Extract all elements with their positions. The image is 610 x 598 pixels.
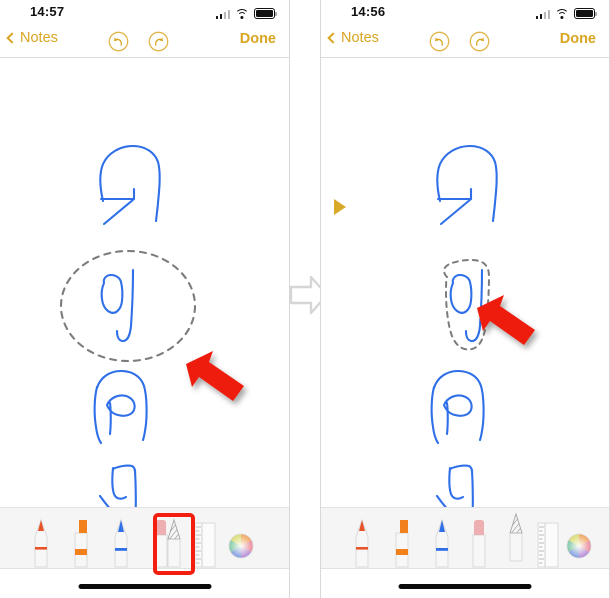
nav-bar-before: Notes Done xyxy=(0,26,289,58)
ruler-tool[interactable] xyxy=(533,517,563,569)
selection-handle-marker[interactable] xyxy=(333,198,347,216)
back-label: Notes xyxy=(20,30,58,46)
back-to-notes-button[interactable]: Notes xyxy=(327,30,379,46)
highlighter-tool[interactable] xyxy=(389,517,415,569)
wifi-icon xyxy=(235,8,249,19)
status-time: 14:56 xyxy=(351,4,386,19)
tool-tray-before xyxy=(0,507,289,598)
redo-button[interactable] xyxy=(148,31,169,52)
pencil-tool[interactable] xyxy=(429,517,455,569)
status-time: 14:57 xyxy=(30,4,65,19)
highlighter-tool[interactable] xyxy=(68,517,94,569)
lasso-selection-loose xyxy=(59,249,197,363)
tool-list-before xyxy=(0,507,289,575)
phone-panel-after: 14:56 Notes Done xyxy=(320,0,610,598)
tool-list-after xyxy=(321,507,609,569)
home-indicator xyxy=(398,584,532,589)
undo-circle-icon xyxy=(108,31,129,52)
battery-icon xyxy=(574,8,598,19)
pen-tool[interactable] xyxy=(28,517,54,569)
pencil-tool[interactable] xyxy=(108,517,134,569)
redo-circle-icon xyxy=(148,31,169,52)
back-to-notes-button[interactable]: Notes xyxy=(6,30,58,46)
arrow-pointer-cursor xyxy=(186,351,244,401)
triangle-right-icon xyxy=(334,199,346,215)
wifi-icon xyxy=(555,8,569,19)
redo-circle-icon xyxy=(469,31,490,52)
redo-button[interactable] xyxy=(469,31,490,52)
ruler-tool[interactable] xyxy=(190,517,220,569)
drawing-canvas-after[interactable] xyxy=(321,58,609,507)
nav-bar-after: Notes Done xyxy=(321,26,609,58)
color-wheel-icon[interactable] xyxy=(566,533,592,559)
undo-circle-icon xyxy=(429,31,450,52)
eraser-tool[interactable] xyxy=(466,517,492,569)
phone-panel-before: 14:57 Notes Done xyxy=(0,0,290,598)
cellular-signal-icon xyxy=(215,9,230,19)
undo-button[interactable] xyxy=(429,31,450,52)
back-label: Notes xyxy=(341,30,379,46)
done-button[interactable]: Done xyxy=(240,31,276,47)
chevron-left-icon xyxy=(6,32,18,44)
status-bar-before: 14:57 xyxy=(0,0,289,26)
lasso-tool[interactable] xyxy=(503,511,529,563)
tutorial-stage: 14:57 Notes Done 14:56 Notes Done xyxy=(0,0,610,598)
status-icon-group xyxy=(535,5,598,19)
chevron-left-icon xyxy=(327,32,339,44)
arrow-pointer-cursor xyxy=(477,295,535,345)
undo-button[interactable] xyxy=(108,31,129,52)
status-bar-after: 14:56 xyxy=(321,0,609,26)
color-wheel-icon[interactable] xyxy=(228,533,254,559)
pen-tool[interactable] xyxy=(349,517,375,569)
tool-tray-after xyxy=(321,507,609,598)
cellular-signal-icon xyxy=(535,9,550,19)
status-icon-group xyxy=(215,5,278,19)
home-indicator xyxy=(78,584,211,589)
lasso-tool[interactable] xyxy=(161,517,187,569)
drawing-canvas-before[interactable] xyxy=(0,58,289,507)
ink-strokes-before xyxy=(93,144,161,507)
battery-icon xyxy=(254,8,278,19)
done-button[interactable]: Done xyxy=(560,31,596,47)
